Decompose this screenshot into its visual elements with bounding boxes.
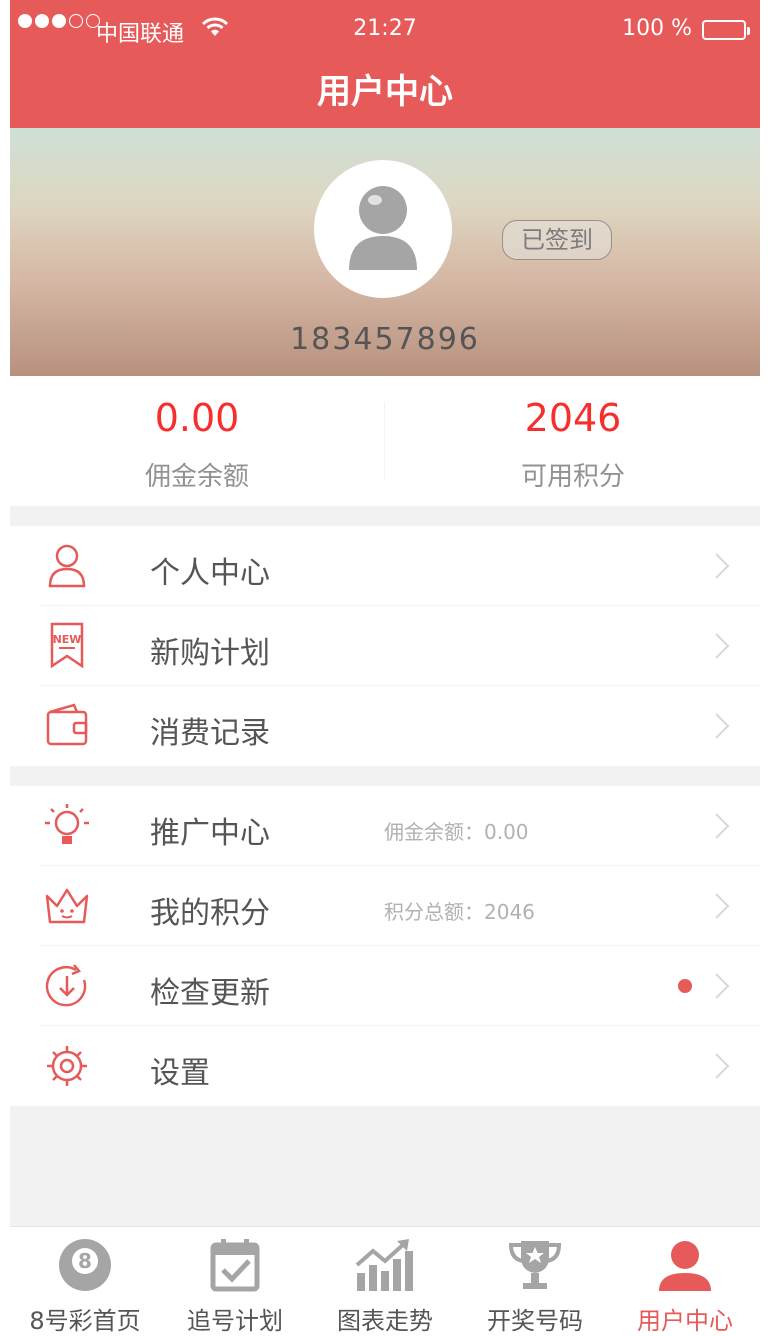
trophy-icon	[507, 1237, 563, 1297]
tab-home[interactable]: 8 8号彩首页	[10, 1227, 160, 1336]
tab-draw-results[interactable]: 开奖号码	[460, 1227, 610, 1336]
profile-header: 已签到 183457896	[10, 128, 760, 376]
menu-item-label: 我的积分	[150, 896, 270, 931]
stats-divider	[384, 402, 385, 480]
menu-item-settings[interactable]: 设置	[10, 1026, 760, 1106]
user-avatar-icon	[349, 186, 417, 270]
tab-label: 图表走势	[337, 1307, 433, 1335]
menu-item-new-plan[interactable]: NEW 新购计划	[10, 606, 760, 686]
wallet-icon	[40, 702, 94, 750]
tab-bar: 8 8号彩首页 追号计划 图表走势 开奖号码 用户中心	[10, 1226, 760, 1336]
tab-label: 用户中心	[637, 1307, 733, 1335]
crown-icon	[40, 882, 94, 930]
chevron-right-icon	[714, 712, 730, 744]
chevron-right-icon	[714, 632, 730, 664]
tab-chart-trends[interactable]: 图表走势	[310, 1227, 460, 1336]
chevron-right-icon	[714, 812, 730, 844]
tab-tracking-plan[interactable]: 追号计划	[160, 1227, 310, 1336]
chevron-right-icon	[714, 1052, 730, 1084]
user-avatar[interactable]	[314, 160, 452, 298]
tab-label: 追号计划	[187, 1307, 283, 1335]
menu-group-more: 推广中心 佣金余额：0.00 我的积分 积分总额：2046 检查更新 设置	[10, 786, 760, 1106]
battery-percent: 100 %	[622, 16, 692, 41]
chevron-right-icon	[714, 552, 730, 584]
menu-item-label: 消费记录	[150, 716, 270, 751]
top-bar: 中国联通 21:27 100 % 用户中心	[10, 0, 760, 128]
commission-value: 0.00	[154, 396, 240, 440]
battery-icon	[702, 20, 750, 40]
status-bar: 中国联通 21:27 100 %	[10, 0, 760, 47]
menu-item-promotion-center[interactable]: 推广中心 佣金余额：0.00	[10, 786, 760, 866]
menu-item-personal-center[interactable]: 个人中心	[10, 526, 760, 606]
tab-label: 8号彩首页	[29, 1307, 141, 1335]
points-total-text: 积分总额：2046	[384, 900, 535, 924]
eight-ball-icon: 8	[57, 1237, 113, 1297]
update-arrow-icon	[40, 962, 94, 1010]
points-value: 2046	[524, 396, 622, 440]
gear-icon	[40, 1042, 94, 1090]
menu-item-purchase-records[interactable]: 消费记录	[10, 686, 760, 766]
person-icon	[40, 542, 94, 590]
svg-text:NEW: NEW	[53, 633, 82, 646]
tab-user-center[interactable]: 用户中心	[610, 1227, 760, 1336]
page-title: 用户中心	[317, 72, 453, 112]
menu-item-label: 设置	[150, 1056, 210, 1091]
menu-item-my-points[interactable]: 我的积分 积分总额：2046	[10, 866, 760, 946]
tab-label: 开奖号码	[487, 1307, 583, 1335]
new-ribbon-icon: NEW	[40, 622, 94, 670]
menu-item-label: 推广中心	[150, 816, 270, 851]
user-icon	[657, 1237, 713, 1297]
chevron-right-icon	[714, 892, 730, 924]
commission-stat[interactable]: 0.00 佣金余额	[10, 376, 384, 506]
menu-group-account: 个人中心 NEW 新购计划 消费记录	[10, 526, 760, 766]
chevron-right-icon	[714, 972, 730, 1004]
update-badge-dot	[678, 979, 692, 993]
menu-item-label: 检查更新	[150, 976, 270, 1011]
menu-item-label: 个人中心	[150, 556, 270, 591]
menu-item-check-update[interactable]: 检查更新	[10, 946, 760, 1026]
commission-label: 佣金余额	[144, 462, 249, 492]
menu-item-label: 新购计划	[150, 636, 270, 671]
username: 183457896	[290, 322, 480, 357]
phone-screen: 中国联通 21:27 100 % 用户中心 已签到 183457896 0.00…	[10, 0, 760, 1336]
lightbulb-icon	[40, 802, 94, 850]
commission-balance-text: 佣金余额：0.00	[384, 820, 529, 844]
signin-button[interactable]: 已签到	[502, 220, 612, 260]
account-stats: 0.00 佣金余额 2046 可用积分	[10, 376, 760, 506]
svg-text:8: 8	[78, 1249, 92, 1273]
points-label: 可用积分	[520, 462, 625, 492]
chart-trend-icon	[353, 1237, 417, 1297]
calendar-check-icon	[207, 1237, 263, 1297]
points-stat[interactable]: 2046 可用积分	[386, 376, 760, 506]
